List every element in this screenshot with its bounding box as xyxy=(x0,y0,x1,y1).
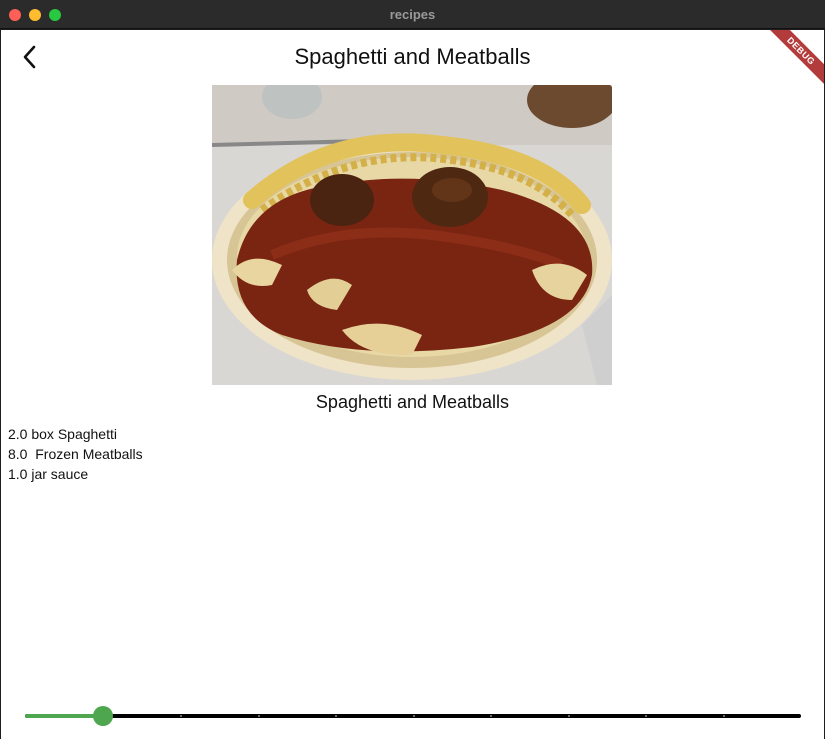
window-titlebar: recipes xyxy=(0,0,825,29)
app-content: Spaghetti and Meatballs DEBUG Spaghetti … xyxy=(1,30,824,739)
ingredient-item: 1.0 jar sauce xyxy=(8,466,89,482)
recipe-caption: Spaghetti and Meatballs xyxy=(315,392,510,412)
page-title: Spaghetti and Meatballs xyxy=(294,44,531,69)
slider-tick xyxy=(335,715,337,717)
slider-tick xyxy=(490,715,492,717)
slider-tick xyxy=(413,715,415,717)
slider-thumb[interactable] xyxy=(93,706,113,726)
recipe-photo xyxy=(212,85,612,385)
servings-slider[interactable] xyxy=(25,704,801,728)
slider-tick xyxy=(645,715,647,717)
slider-tick xyxy=(723,715,725,717)
slider-tick xyxy=(568,715,570,717)
ingredient-item: 8.0 Frozen Meatballs xyxy=(8,446,143,462)
slider-tick xyxy=(258,715,260,717)
ingredient-list: 2.0 box Spaghetti 8.0 Frozen Meatballs 1… xyxy=(8,424,143,484)
ingredient-item: 2.0 box Spaghetti xyxy=(8,426,117,442)
slider-tick xyxy=(180,715,182,717)
window-title: recipes xyxy=(389,7,436,22)
